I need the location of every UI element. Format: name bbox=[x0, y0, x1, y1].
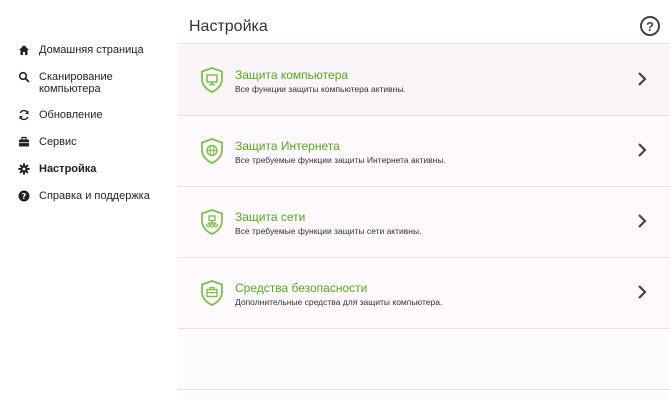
help-circle-icon: ? bbox=[17, 189, 31, 203]
gear-icon bbox=[17, 162, 31, 176]
sidebar-item-update[interactable]: Обновление bbox=[0, 105, 178, 132]
card-description: Все требуемые функции защиты Интернета а… bbox=[235, 155, 446, 165]
chevron-right-icon bbox=[636, 142, 648, 158]
sidebar-item-scan[interactable]: Сканирование компьютера bbox=[0, 67, 178, 105]
sidebar-item-label: Обновление bbox=[39, 109, 103, 121]
card-description: Все функции защиты компьютера активны. bbox=[235, 84, 406, 94]
card-computer-protection[interactable]: Защита компьютера Все функции защиты ком… bbox=[178, 45, 670, 116]
sidebar-item-home[interactable]: Домашняя страница bbox=[0, 40, 178, 67]
sidebar: Домашняя страница Сканирование компьютер… bbox=[0, 0, 178, 400]
refresh-icon bbox=[17, 108, 31, 122]
chevron-right-icon bbox=[636, 213, 648, 229]
shield-toolbox-icon bbox=[200, 280, 224, 306]
main-panel: Настройка ? Защита компьютера Все функци… bbox=[178, 0, 670, 400]
help-button[interactable]: ? bbox=[640, 16, 660, 36]
card-description: Все требуемые функции защиты сети активн… bbox=[235, 226, 422, 236]
card-network-protection[interactable]: Защита сети Все требуемые функции защиты… bbox=[178, 187, 670, 258]
sidebar-item-label: Сервис bbox=[39, 136, 77, 148]
home-icon bbox=[17, 43, 31, 57]
svg-text:?: ? bbox=[22, 192, 27, 201]
page-header: Настройка ? bbox=[178, 0, 670, 44]
sidebar-item-label: Сканирование компьютера bbox=[39, 71, 113, 95]
sidebar-item-help[interactable]: ? Справка и поддержка bbox=[0, 186, 178, 213]
page-title: Настройка bbox=[189, 18, 268, 35]
card-title: Средства безопасности bbox=[235, 281, 368, 295]
card-security-tools[interactable]: Средства безопасности Дополнительные сре… bbox=[178, 258, 670, 329]
sidebar-item-service[interactable]: Сервис bbox=[0, 132, 178, 159]
sidebar-item-label: Домашняя страница bbox=[39, 44, 144, 56]
settings-cards: Защита компьютера Все функции защиты ком… bbox=[178, 45, 670, 329]
briefcase-icon bbox=[17, 135, 31, 149]
search-icon bbox=[17, 70, 31, 84]
sidebar-item-settings[interactable]: Настройка bbox=[0, 159, 178, 186]
chevron-right-icon bbox=[636, 284, 648, 300]
footer-divider bbox=[178, 389, 670, 390]
chevron-right-icon bbox=[636, 71, 648, 87]
card-title: Защита Интернета bbox=[235, 139, 340, 153]
card-description: Дополнительные средства для защиты компь… bbox=[235, 297, 443, 307]
shield-monitor-icon bbox=[200, 67, 224, 93]
shield-globe-icon bbox=[200, 138, 224, 164]
card-title: Защита сети bbox=[235, 210, 306, 224]
sidebar-item-label: Настройка bbox=[39, 163, 97, 175]
card-title: Защита компьютера bbox=[235, 68, 349, 82]
sidebar-nav: Домашняя страница Сканирование компьютер… bbox=[0, 40, 178, 213]
shield-network-icon bbox=[200, 209, 224, 235]
sidebar-item-label: Справка и поддержка bbox=[39, 190, 150, 202]
card-internet-protection[interactable]: Защита Интернета Все требуемые функции з… bbox=[178, 116, 670, 187]
